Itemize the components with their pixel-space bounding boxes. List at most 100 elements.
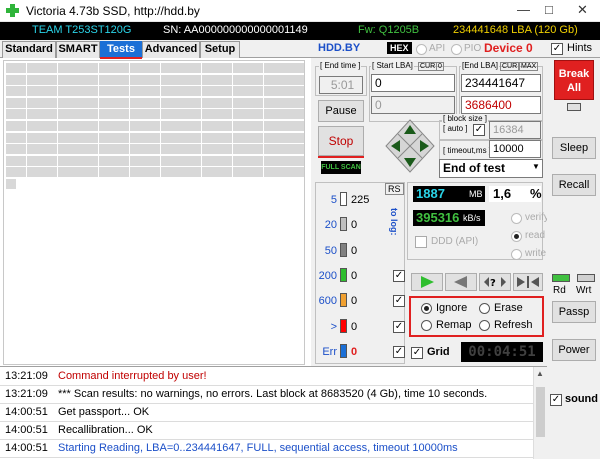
start-lba-current: 0 bbox=[371, 96, 455, 114]
map-block bbox=[273, 155, 284, 166]
counter-log-checkbox[interactable]: ✓ bbox=[393, 320, 405, 333]
map-block bbox=[67, 155, 78, 166]
play-button[interactable] bbox=[411, 273, 443, 291]
sleep-button[interactable]: Sleep bbox=[552, 137, 596, 159]
map-block bbox=[57, 121, 68, 131]
map-block bbox=[212, 121, 222, 131]
pause-button[interactable]: Pause bbox=[318, 100, 364, 122]
map-block bbox=[232, 86, 243, 97]
map-block bbox=[284, 109, 295, 120]
counter-log-checkbox[interactable]: ✓ bbox=[393, 295, 405, 308]
scroll-up-icon[interactable]: ▲ bbox=[536, 369, 544, 378]
hex-button[interactable]: HEX bbox=[387, 42, 412, 54]
map-block bbox=[253, 121, 264, 131]
end-lba-cur-button[interactable]: CUR bbox=[500, 62, 520, 71]
recall-button[interactable]: Recall bbox=[552, 174, 596, 196]
minimize-button[interactable]: — bbox=[517, 2, 530, 17]
write-radio[interactable] bbox=[511, 249, 522, 260]
rewind-button[interactable] bbox=[445, 273, 477, 291]
map-block bbox=[273, 121, 284, 131]
map-block bbox=[139, 121, 150, 131]
verify-label: verify bbox=[525, 212, 549, 223]
direction-pad-icon[interactable] bbox=[384, 118, 436, 174]
random-seek-button[interactable]: ? bbox=[479, 273, 511, 291]
map-block bbox=[150, 155, 161, 166]
verify-radio[interactable] bbox=[511, 213, 522, 224]
map-block bbox=[242, 155, 253, 166]
map-block bbox=[294, 144, 305, 155]
grid-checkbox[interactable]: ✓ bbox=[411, 347, 423, 359]
counter-log-checkbox[interactable]: ✓ bbox=[393, 345, 405, 358]
log-row: 14:00:51 Recallibration... OK bbox=[0, 422, 547, 440]
end-action-select[interactable]: End of test bbox=[439, 159, 543, 178]
log-time: 14:00:51 bbox=[5, 406, 48, 418]
map-block bbox=[191, 97, 202, 108]
map-block bbox=[16, 121, 27, 131]
ddd-api-label: DDD (API) bbox=[431, 236, 479, 247]
map-block bbox=[191, 121, 202, 131]
passp-button[interactable]: Passp bbox=[552, 301, 596, 323]
map-block bbox=[170, 86, 181, 97]
close-button[interactable]: ✕ bbox=[577, 2, 588, 18]
map-block bbox=[263, 74, 274, 85]
log-time: 14:00:51 bbox=[5, 442, 48, 454]
counter-log-checkbox[interactable]: ✓ bbox=[393, 269, 405, 282]
tab-smart[interactable]: SMART bbox=[56, 41, 100, 58]
timeout-select[interactable]: 10000 bbox=[489, 140, 541, 158]
map-block bbox=[57, 63, 68, 73]
remap-radio[interactable] bbox=[421, 320, 432, 331]
map-block bbox=[160, 109, 171, 120]
end-action-chevron-down-icon[interactable]: ▼ bbox=[532, 162, 540, 171]
start-lba-input[interactable]: 0 bbox=[371, 74, 455, 92]
map-block bbox=[201, 74, 212, 85]
tab-tests[interactable]: Tests bbox=[100, 41, 142, 58]
tab-standard[interactable]: Standard bbox=[2, 41, 56, 58]
erase-radio[interactable] bbox=[479, 303, 490, 314]
ddd-api-checkbox[interactable] bbox=[415, 236, 427, 248]
block-size-auto-checkbox[interactable]: ✓ bbox=[473, 124, 485, 136]
read-activity-indicator bbox=[552, 274, 570, 282]
read-radio[interactable] bbox=[511, 231, 522, 242]
hints-checkbox[interactable]: ✓ bbox=[551, 43, 563, 55]
maximize-button[interactable]: □ bbox=[545, 2, 553, 17]
map-block bbox=[263, 63, 274, 73]
map-block bbox=[36, 132, 47, 143]
refresh-radio[interactable] bbox=[479, 320, 490, 331]
start-lba-cur-value[interactable]: 0 bbox=[436, 62, 444, 71]
map-block bbox=[119, 121, 130, 131]
map-block bbox=[78, 63, 89, 73]
block-size-select[interactable]: 16384 bbox=[489, 121, 541, 139]
ignore-radio[interactable] bbox=[421, 303, 432, 314]
start-lba-cur-button[interactable]: CUR bbox=[418, 62, 438, 71]
map-block bbox=[294, 86, 305, 97]
map-block bbox=[263, 155, 274, 166]
map-block bbox=[242, 97, 253, 108]
drive-info-bar: TEAM T253ST120G SN: AA000000000000001149… bbox=[0, 22, 600, 40]
counter-bar bbox=[340, 242, 347, 257]
hints-label: Hints bbox=[567, 42, 593, 54]
scroll-thumb[interactable] bbox=[536, 387, 545, 437]
api-radio[interactable] bbox=[416, 44, 427, 55]
tab-advanced[interactable]: Advanced bbox=[142, 41, 200, 58]
log-scrollbar[interactable]: ▲ bbox=[533, 367, 547, 459]
end-time-input[interactable]: 5:01 bbox=[319, 76, 363, 94]
log-time: 13:21:09 bbox=[5, 388, 48, 400]
map-block bbox=[273, 74, 284, 85]
rs-button[interactable]: RS bbox=[385, 183, 404, 195]
power-button[interactable]: Power bbox=[552, 339, 596, 361]
map-block bbox=[253, 167, 264, 178]
tab-setup[interactable]: Setup bbox=[200, 41, 240, 58]
window-title: Victoria 4.73b SSD, http://hdd.by bbox=[26, 4, 200, 18]
map-block bbox=[47, 63, 58, 73]
map-block bbox=[263, 144, 274, 155]
map-block bbox=[139, 63, 150, 73]
sound-checkbox[interactable]: ✓ bbox=[550, 394, 562, 406]
map-block bbox=[201, 132, 212, 143]
stop-button[interactable]: Stop bbox=[318, 126, 364, 156]
pio-radio[interactable] bbox=[451, 44, 462, 55]
break-all-button[interactable]: Break All bbox=[554, 60, 594, 100]
butterfly-button[interactable] bbox=[513, 273, 543, 291]
end-lba-max-button[interactable]: MAX bbox=[519, 62, 539, 71]
end-lba-input[interactable]: 234441647 bbox=[461, 74, 541, 92]
map-block bbox=[222, 167, 233, 178]
